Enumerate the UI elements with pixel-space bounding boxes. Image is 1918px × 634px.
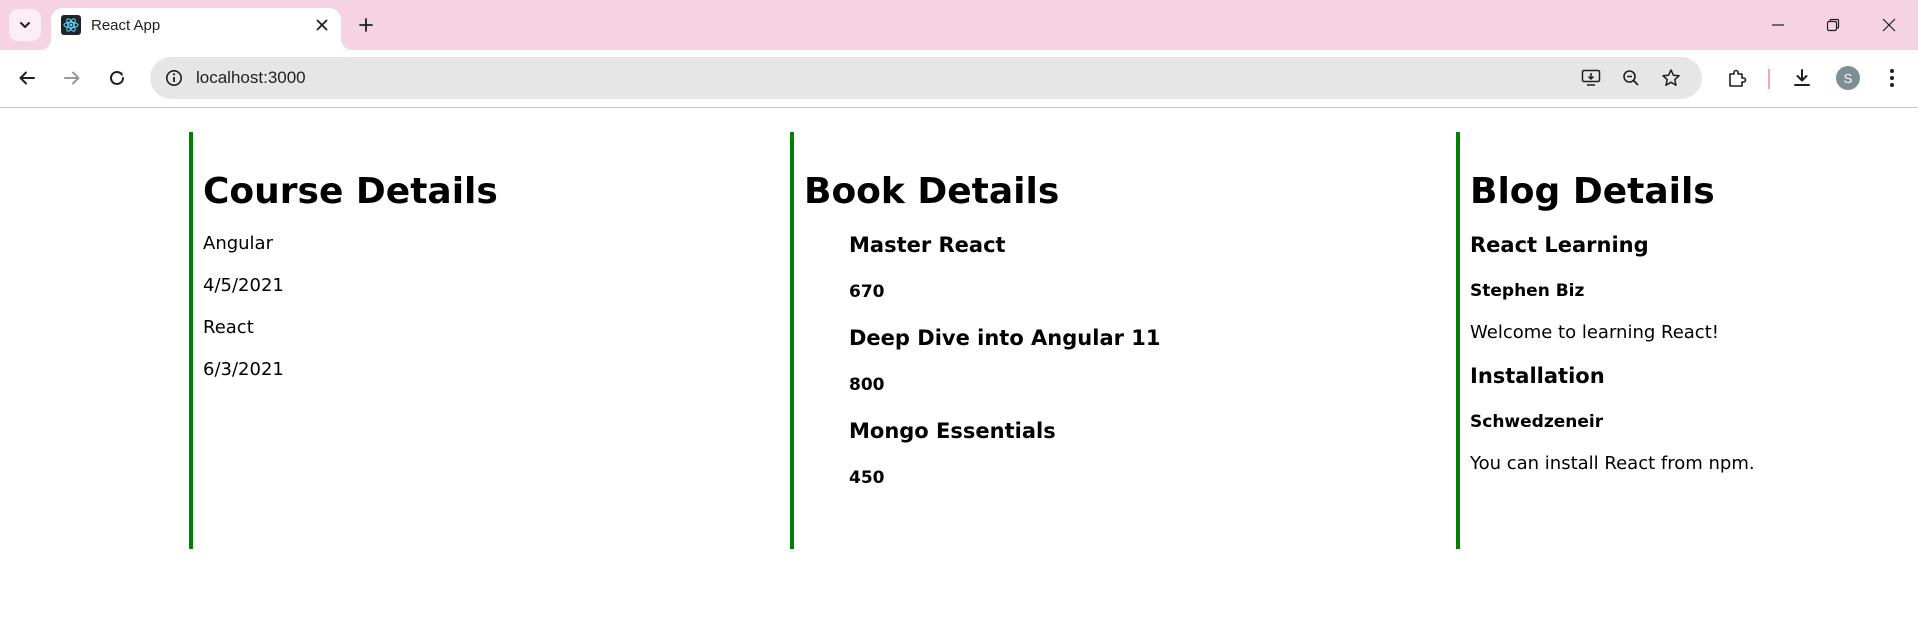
book-price: 670 (849, 282, 885, 302)
bookmark-star-icon[interactable] (1658, 66, 1684, 90)
book-price: 800 (849, 375, 885, 395)
download-icon[interactable] (1787, 63, 1817, 93)
profile-avatar[interactable]: S (1836, 66, 1860, 90)
book-details-heading: Book Details (804, 171, 1060, 212)
close-icon (316, 19, 328, 31)
book-title: Deep Dive into Angular 11 (849, 326, 1161, 350)
menu-kebab-icon[interactable] (1877, 63, 1907, 93)
course-name: Angular (203, 233, 273, 254)
blog-details-heading: Blog Details (1470, 171, 1715, 212)
course-date: 4/5/2021 (203, 275, 284, 296)
tab-strip: React App (0, 0, 1918, 50)
active-tab[interactable]: React App (39, 8, 353, 50)
book-price: 450 (849, 468, 885, 488)
blog-author: Stephen Biz (1470, 281, 1585, 301)
blog-text: Welcome to learning React! (1470, 322, 1719, 343)
arrow-right-icon (64, 71, 80, 85)
book-title: Mongo Essentials (849, 419, 1056, 443)
reload-icon (110, 70, 124, 85)
course-name: React (203, 317, 254, 338)
zoom-out-icon[interactable] (1618, 66, 1644, 90)
course-details-section: Course Details Angular 4/5/2021 React 6/… (189, 132, 769, 549)
close-tab-button[interactable] (311, 14, 333, 36)
blog-title: React Learning (1470, 233, 1649, 257)
toolbar-separator (1768, 69, 1770, 89)
plus-icon (359, 18, 373, 32)
close-icon (1882, 18, 1896, 32)
blog-author: Schwedzeneir (1470, 412, 1604, 432)
minimize-icon (1772, 24, 1784, 26)
blog-text: You can install React from npm. (1470, 453, 1755, 474)
tab-search-button[interactable] (9, 9, 41, 41)
restore-icon (1826, 18, 1840, 32)
course-details-heading: Course Details (203, 171, 498, 212)
close-window-button[interactable] (1874, 10, 1904, 40)
book-title: Master React (849, 233, 1006, 257)
forward-button[interactable] (57, 63, 87, 93)
extensions-icon[interactable] (1722, 63, 1752, 93)
tab-title: React App (91, 17, 161, 34)
back-button[interactable] (12, 63, 42, 93)
chevron-down-icon (20, 22, 30, 28)
url-text[interactable]: localhost:3000 (196, 68, 306, 88)
address-bar[interactable]: localhost:3000 (150, 57, 1702, 99)
install-app-icon[interactable] (1578, 66, 1604, 90)
page-content: Course Details Angular 4/5/2021 React 6/… (0, 109, 1918, 634)
reload-button[interactable] (102, 63, 132, 93)
minimize-button[interactable] (1763, 10, 1793, 40)
site-info-icon[interactable] (162, 66, 186, 90)
react-logo-icon (61, 15, 81, 35)
course-date: 6/3/2021 (203, 359, 284, 380)
blog-title: Installation (1470, 364, 1605, 388)
browser-toolbar: localhost:3000 S (0, 50, 1918, 108)
restore-button[interactable] (1818, 10, 1848, 40)
arrow-left-icon (19, 71, 35, 85)
blog-details-section: Blog Details React Learning Stephen Biz … (1456, 132, 1896, 549)
book-details-section: Book Details Master React 670 Deep Dive … (790, 132, 1430, 549)
new-tab-button[interactable] (352, 11, 380, 39)
